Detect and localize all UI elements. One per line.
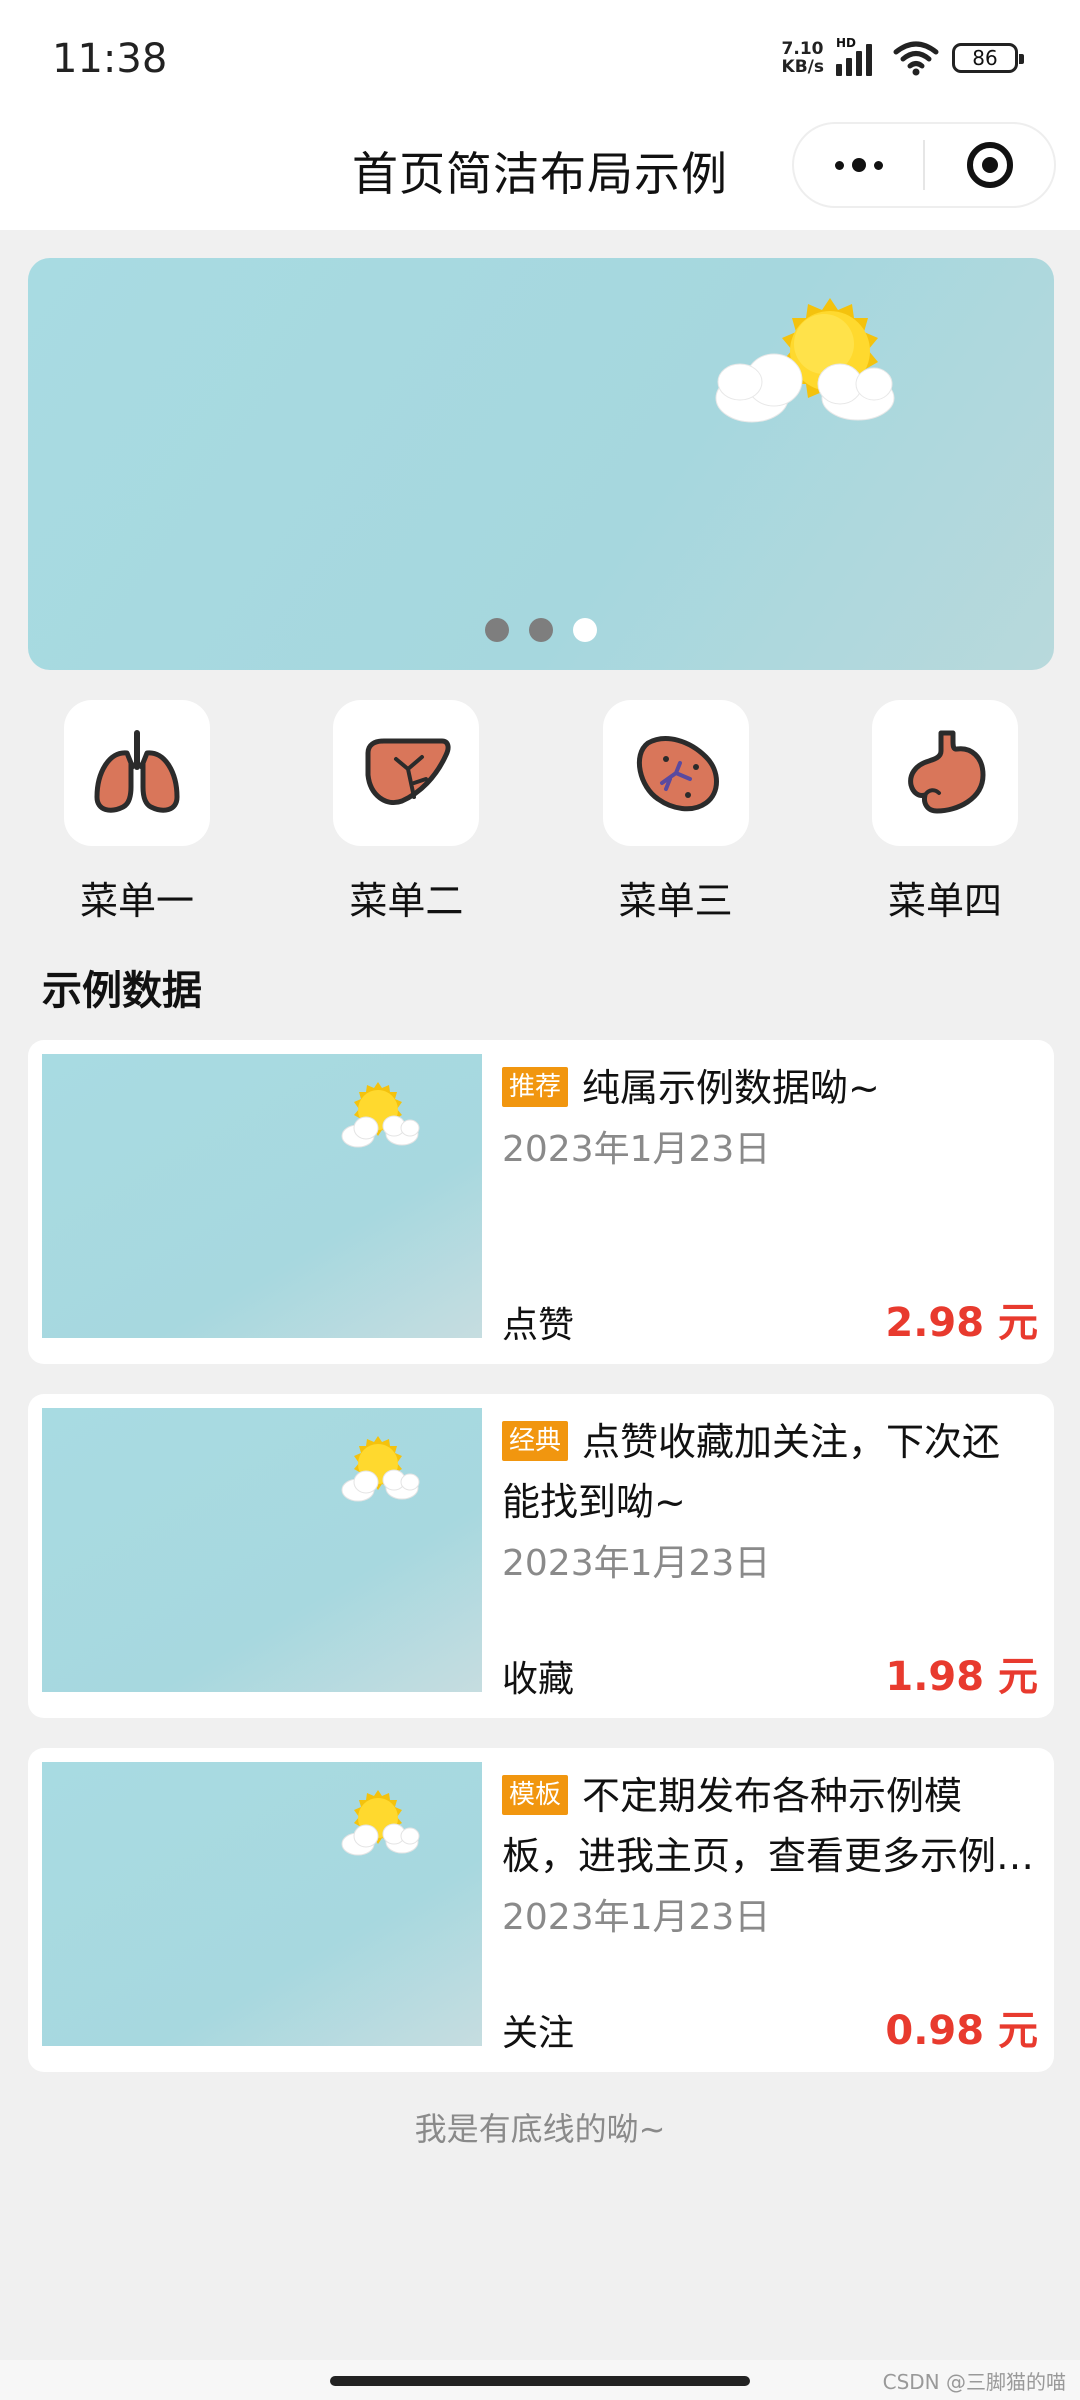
menu-label: 菜单三 <box>618 879 733 923</box>
banner-dot[interactable] <box>485 618 509 642</box>
lungs-icon <box>94 730 180 813</box>
list-item[interactable]: 推荐 纯属示例数据呦~ 2023年1月23日 点赞 2.98 元 <box>28 1040 1054 1364</box>
kidney-icon <box>636 736 719 812</box>
status-bar: 11:38 7.10 KB/s HD 86 <box>0 0 1080 120</box>
item-price: 0.98 元 <box>885 2008 1038 2054</box>
menu-item-2[interactable]: 菜单二 <box>331 700 481 930</box>
item-thumbnail <box>42 1408 482 1692</box>
item-price: 1.98 元 <box>885 1654 1038 1700</box>
item-title-text: 不定期发布各种示例模板，进我主页，查看更多示例呦~ <box>502 1774 1035 1878</box>
list-item[interactable]: 经典 点赞收藏加关注，下次还能找到呦~ 2023年1月23日 收藏 1.98 元 <box>28 1394 1054 1718</box>
menu-item-3[interactable]: 菜单三 <box>601 700 751 930</box>
battery-icon: 86 <box>952 43 1024 73</box>
item-title-text: 点赞收藏加关注，下次还能找到呦~ <box>502 1420 1001 1524</box>
nav-bar: 首页简洁布局示例 <box>0 120 1080 230</box>
menu-item-1[interactable]: 菜单一 <box>62 700 212 930</box>
item-footer: 收藏 1.98 元 <box>502 1644 1038 1702</box>
list-item[interactable]: 模板不定期发布各种示例模板，进我主页，查看更多示例呦~ 2023年1月23日 关… <box>28 1748 1054 2072</box>
item-title: 经典 点赞收藏加关注，下次还能找到呦~ <box>502 1412 1038 1532</box>
banner-dot[interactable] <box>529 618 553 642</box>
item-tag: 模板 <box>502 1775 569 1815</box>
item-thumbnail <box>42 1054 482 1338</box>
close-target-icon <box>966 142 1013 188</box>
net-speed-value: 7.10 <box>781 39 824 59</box>
menu-label: 菜单二 <box>349 879 464 923</box>
item-footer: 点赞 2.98 元 <box>502 1290 1038 1348</box>
item-body: 模板不定期发布各种示例模板，进我主页，查看更多示例呦~ 2023年1月23日 关… <box>502 1766 1038 2056</box>
item-body: 经典 点赞收藏加关注，下次还能找到呦~ 2023年1月23日 收藏 1.98 元 <box>502 1412 1038 1702</box>
banner-indicator <box>28 618 1054 642</box>
item-tag: 推荐 <box>502 1067 569 1107</box>
banner-dot-active[interactable] <box>573 618 597 642</box>
item-footer: 关注 0.98 元 <box>502 1998 1038 2056</box>
item-title: 推荐 纯属示例数据呦~ <box>502 1058 1038 1118</box>
list-end-note: 我是有底线的呦~ <box>414 2110 666 2148</box>
item-price: 2.98 元 <box>885 1300 1038 1346</box>
hd-label: HD <box>836 36 857 50</box>
data-list: 推荐 纯属示例数据呦~ 2023年1月23日 点赞 2.98 元 经典 点赞收藏… <box>28 1040 1054 2102</box>
sun-cloud-illustration <box>715 298 895 423</box>
signal-icon: HD <box>836 36 880 76</box>
item-action[interactable]: 点赞 <box>502 1296 574 1348</box>
stomach-icon <box>908 730 986 814</box>
menu-label: 菜单四 <box>887 879 1002 923</box>
net-speed: 7.10 KB/s <box>782 40 824 76</box>
banner-swiper[interactable] <box>28 258 1054 670</box>
close-button[interactable] <box>925 124 1054 206</box>
section-title: 示例数据 <box>42 968 202 1014</box>
item-title: 模板不定期发布各种示例模板，进我主页，查看更多示例呦~ <box>502 1766 1038 1886</box>
menu-item-4[interactable]: 菜单四 <box>870 700 1020 930</box>
system-home-bar: CSDN @三脚猫的喵 <box>0 2360 1080 2400</box>
menu-label: 菜单一 <box>79 879 194 923</box>
item-date: 2023年1月23日 <box>502 1129 771 1170</box>
menu-icon-box <box>602 700 749 846</box>
sun-cloud-illustration <box>341 1082 420 1148</box>
item-action[interactable]: 关注 <box>502 2004 574 2056</box>
home-indicator[interactable] <box>330 2376 750 2386</box>
item-action[interactable]: 收藏 <box>502 1650 574 1702</box>
watermark: CSDN @三脚猫的喵 <box>882 2370 1066 2394</box>
menu-icon-box <box>64 700 210 846</box>
sun-cloud-illustration <box>341 1436 420 1502</box>
item-body: 推荐 纯属示例数据呦~ 2023年1月23日 点赞 2.98 元 <box>502 1058 1038 1348</box>
item-date: 2023年1月23日 <box>502 1897 771 1938</box>
item-date: 2023年1月23日 <box>502 1543 771 1584</box>
item-thumbnail <box>42 1762 482 2046</box>
battery-level: 86 <box>972 46 998 70</box>
liver-icon <box>365 738 451 805</box>
menu-icon-box <box>333 700 480 846</box>
sun-cloud-illustration <box>341 1790 420 1856</box>
status-icons: 7.10 KB/s HD 86 <box>782 36 1024 76</box>
status-time: 11:38 <box>52 36 168 82</box>
menu-grid: 菜单一 菜单二 菜单三 菜单四 <box>28 700 1054 930</box>
mini-program-capsule <box>792 122 1056 208</box>
item-title-text: 纯属示例数据呦~ <box>582 1066 880 1110</box>
more-dots-icon <box>834 158 883 172</box>
more-button[interactable] <box>794 124 923 206</box>
net-speed-unit: KB/s <box>781 57 824 77</box>
item-tag: 经典 <box>502 1421 569 1461</box>
menu-icon-box <box>871 700 1018 846</box>
wifi-icon <box>893 41 939 76</box>
